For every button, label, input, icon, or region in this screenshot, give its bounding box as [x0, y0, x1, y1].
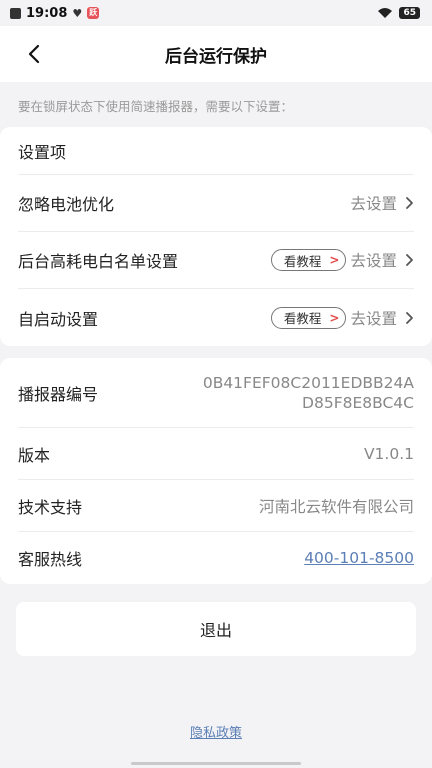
tutorial-label: 看教程 [283, 253, 322, 269]
info-row-version: 版本 V1.0.1 [18, 428, 414, 480]
info-row-device-id: 播报器编号 0B41FEF08C2011EDBB24A D85F8E8BC4C [18, 358, 414, 428]
info-row-hotline: 客服热线 400-101-8500 [18, 532, 414, 584]
chevron-right-icon [406, 197, 413, 209]
info-label: 客服热线 [18, 550, 83, 569]
privacy-policy-link[interactable]: 隐私政策 [0, 722, 432, 741]
setting-row-background-whitelist: 后台高耗电白名单设置 看教程 > 去设置 [18, 232, 414, 289]
go-settings-label: 去设置 [350, 309, 397, 328]
home-indicator [131, 762, 301, 765]
chevron-right-icon [406, 311, 413, 324]
settings-hint: 要在锁屏状态下使用简速播报器，需要以下设置： [18, 99, 294, 114]
settings-header: 设置项 [18, 142, 67, 162]
version-value: V1.0.1 [363, 444, 414, 463]
setting-row-autostart: 自启动设置 看教程 > 去设置 [18, 289, 414, 346]
chevron-right-icon: > [329, 310, 340, 325]
settings-header-row: 设置项 [18, 127, 414, 175]
go-settings-autostart-button[interactable]: 去设置 [350, 307, 414, 329]
device-id-line2: D85F8E8BC4C [302, 393, 414, 412]
logout-area: 退出 [0, 584, 432, 656]
info-row-support: 技术支持 河南北云软件有限公司 [18, 480, 414, 532]
info-label: 播报器编号 [18, 384, 99, 404]
page-title: 后台运行保护 [165, 46, 267, 67]
device-id-line1: 0B41FEF08C2011EDBB24A [202, 373, 414, 392]
go-settings-battery-button[interactable]: 去设置 [350, 192, 414, 214]
go-settings-label: 去设置 [350, 195, 397, 213]
wifi-icon [378, 8, 393, 18]
device-id-value: 0B41FEF08C2011EDBB24A D85F8E8BC4C [164, 373, 414, 413]
nav-bar: 后台运行保护 [0, 26, 432, 82]
tutorial-button-whitelist[interactable]: 看教程 > [270, 249, 347, 271]
heart-icon: ♥ [72, 6, 83, 20]
chevron-left-icon [28, 44, 40, 64]
battery-icon: 65 [399, 7, 420, 19]
chevron-right-icon: > [329, 253, 340, 267]
setting-label: 忽略电池优化 [18, 195, 115, 214]
status-time: 19:08 [26, 5, 68, 21]
info-label: 技术支持 [18, 497, 83, 517]
tutorial-label: 看教程 [283, 311, 322, 326]
setting-label: 自启动设置 [18, 309, 99, 329]
go-settings-label: 去设置 [350, 252, 397, 270]
app-notification-icon: 跃 [87, 7, 100, 19]
setting-row-battery-optimization: 忽略电池优化 去设置 [18, 175, 414, 232]
info-label: 版本 [18, 445, 51, 465]
logout-button[interactable]: 退出 [16, 602, 416, 656]
status-bar: 19:08 ♥ 跃 65 [0, 0, 432, 26]
notification-icon [10, 7, 21, 19]
settings-card: 设置项 忽略电池优化 去设置 后台高耗电白名单设置 看教程 > 去设置 自启动设… [0, 127, 432, 346]
go-settings-whitelist-button[interactable]: 去设置 [350, 249, 414, 271]
back-button[interactable] [20, 40, 48, 68]
setting-label: 后台高耗电白名单设置 [18, 252, 179, 271]
hotline-link[interactable]: 400-101-8500 [304, 549, 414, 567]
support-value: 河南北云软件有限公司 [258, 497, 414, 516]
tutorial-button-autostart[interactable]: 看教程 > [270, 306, 347, 329]
info-card: 播报器编号 0B41FEF08C2011EDBB24A D85F8E8BC4C … [0, 358, 432, 584]
chevron-right-icon [406, 254, 413, 266]
